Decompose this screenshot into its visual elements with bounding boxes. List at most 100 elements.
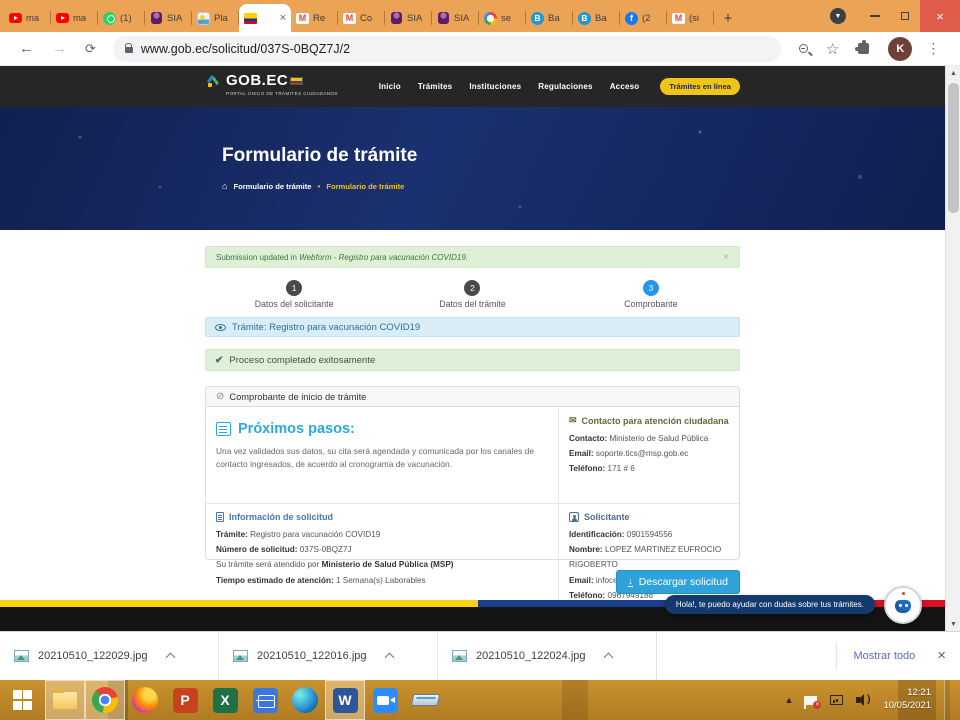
google-icon	[484, 12, 497, 25]
browser-tab[interactable]: MRe	[291, 4, 338, 32]
contact-line: Email: soporte.tics@msp.gob.ec	[569, 446, 729, 461]
applicant-line: Identificación: 0901594556	[569, 527, 729, 542]
tab-title: SIA	[167, 13, 182, 24]
network-icon[interactable]	[830, 695, 843, 705]
zoom-out-icon[interactable]	[799, 44, 808, 53]
url-text[interactable]: www.gob.ec/solicitud/037S-0BQZ7J/2	[141, 42, 350, 56]
scrollbar-thumb[interactable]	[948, 83, 959, 213]
taskbar-scan-app[interactable]	[245, 680, 285, 720]
tramites-en-linea-button[interactable]: Trámites en línea	[660, 78, 740, 95]
close-window-button[interactable]: ×	[920, 0, 960, 32]
facebook-icon: f	[625, 12, 638, 25]
wizard-steps: 1 Datos del solicitante 2 Datos del trám…	[205, 280, 740, 309]
close-alert-icon[interactable]: ×	[723, 252, 729, 263]
browser-tab[interactable]: f(2	[620, 4, 667, 32]
firefox-icon	[132, 687, 158, 713]
taskbar-powerpoint[interactable]: P	[165, 680, 205, 720]
maximize-button[interactable]	[890, 0, 920, 32]
tab-title: (si	[689, 13, 699, 24]
nav-inicio[interactable]: Inicio	[379, 82, 401, 91]
windows-logo-icon	[13, 690, 33, 710]
start-button[interactable]	[0, 680, 45, 720]
browser-tab[interactable]: SIA	[385, 4, 432, 32]
back-button[interactable]: ←	[19, 40, 34, 57]
nav-regulaciones[interactable]: Regulaciones	[538, 82, 592, 91]
step-datos-solicitante[interactable]: 1 Datos del solicitante	[205, 280, 383, 309]
extensions-puzzle-icon[interactable]	[858, 43, 869, 54]
speaker-icon[interactable]: )	[856, 694, 870, 706]
sia-icon	[150, 12, 163, 25]
descargar-solicitud-button[interactable]: ↓ Descargar solicitud	[616, 570, 740, 594]
taskbar-file-explorer[interactable]	[45, 680, 85, 720]
taskbar-chrome[interactable]	[85, 680, 125, 720]
browser-tab[interactable]: SIA	[145, 4, 192, 32]
step-datos-tramite[interactable]: 2 Datos del trámite	[383, 280, 561, 309]
nav-tramites[interactable]: Trámites	[418, 82, 453, 91]
mail-icon: ✉	[569, 415, 577, 426]
browser-tab[interactable]: BBa	[573, 4, 620, 32]
chevron-up-icon[interactable]	[603, 653, 613, 663]
taskbar-zoom[interactable]	[365, 680, 405, 720]
reload-button[interactable]: ⟳	[85, 41, 96, 57]
browser-tab[interactable]: Pla	[192, 4, 239, 32]
breadcrumb-parent[interactable]: Formulario de trámite	[233, 182, 311, 191]
lock-icon[interactable]	[125, 47, 133, 53]
browser-tab[interactable]: M(si	[667, 4, 714, 32]
youtube-icon	[56, 12, 69, 25]
close-tab-icon[interactable]: ×	[280, 12, 286, 24]
nav-instituciones[interactable]: Instituciones	[469, 82, 521, 91]
download-item[interactable]: 20210510_122024.jpg	[438, 632, 657, 680]
tray-expand-icon[interactable]: ▲	[785, 695, 794, 705]
forward-button[interactable]: →	[52, 40, 67, 57]
bookmark-star-icon[interactable]: ☆	[826, 40, 839, 58]
taskbar-excel[interactable]: X	[205, 680, 245, 720]
nav-acceso[interactable]: Acceso	[610, 82, 640, 91]
logo-text: GOB.EC	[226, 72, 303, 89]
scroll-up-icon[interactable]: ▲	[946, 66, 960, 80]
browser-menu-icon[interactable]: ⋮	[926, 40, 940, 57]
browser-tab[interactable]: ma	[51, 4, 98, 32]
download-item[interactable]: 20210510_122016.jpg	[219, 632, 438, 680]
web-page: GOB.EC PORTAL ÚNICO DE TRÁMITES CIUDADAN…	[0, 66, 945, 631]
chevron-up-icon[interactable]	[165, 653, 175, 663]
taskbar-clock[interactable]: 12:21 10/05/2021	[883, 687, 931, 713]
browser-tab[interactable]: SIA	[432, 4, 479, 32]
browser-tab[interactable]: se	[479, 4, 526, 32]
next-steps-text: Una vez validados sus datos, su cita ser…	[216, 445, 546, 471]
home-icon[interactable]: ⌂	[222, 181, 227, 191]
chevron-down-icon[interactable]: ▼	[830, 8, 846, 24]
info-line: Tiempo estimado de atención: 1 Semana(s)…	[216, 573, 548, 588]
browser-tab[interactable]: ma	[4, 4, 51, 32]
applicant-line: Nombre: LOPEZ MARTINEZ EUFROCIO RIGOBERT…	[569, 542, 729, 572]
show-all-downloads-button[interactable]: Mostrar todo	[853, 650, 915, 662]
downloads-bar: 20210510_122029.jpg 20210510_122016.jpg …	[0, 631, 960, 680]
step-comprobante[interactable]: 3 Comprobante	[562, 280, 740, 309]
taskbar-epson-scan[interactable]	[405, 680, 445, 720]
browser-tab[interactable]: BBa	[526, 4, 573, 32]
browser-tab[interactable]: (1)	[98, 4, 145, 32]
tab-title: Ba	[548, 13, 560, 24]
scroll-down-icon[interactable]: ▼	[946, 617, 960, 631]
chatbot-avatar[interactable]	[884, 586, 922, 624]
taskbar-word[interactable]: W	[325, 680, 365, 720]
taskbar-firefox[interactable]	[125, 680, 165, 720]
new-tab-button[interactable]: +	[714, 4, 742, 32]
taskbar-edge[interactable]	[285, 680, 325, 720]
gobec-logo[interactable]: GOB.EC PORTAL ÚNICO DE TRÁMITES CIUDADAN…	[207, 72, 338, 96]
download-filename: 20210510_122024.jpg	[476, 650, 586, 662]
tab-title: Re	[313, 13, 325, 24]
action-center-flag-icon[interactable]	[806, 696, 817, 705]
show-desktop-button[interactable]	[944, 680, 950, 720]
minimize-button[interactable]	[860, 0, 890, 32]
profile-avatar[interactable]: K	[888, 37, 912, 61]
close-downloads-bar-icon[interactable]: ×	[937, 647, 946, 664]
step-number: 1	[286, 280, 302, 296]
chevron-up-icon[interactable]	[384, 653, 394, 663]
browser-tab-active[interactable]: ×	[239, 4, 291, 32]
download-item[interactable]: 20210510_122029.jpg	[0, 632, 219, 680]
page-scrollbar[interactable]: ▲ ▼	[945, 66, 960, 631]
browser-tab[interactable]: MCo	[338, 4, 385, 32]
address-bar[interactable]: www.gob.ec/solicitud/037S-0BQZ7J/2	[113, 36, 781, 62]
tab-list: ma ma (1) SIA Pla × MRe MCo SIA SIA se B…	[0, 0, 742, 32]
powerpoint-icon: P	[173, 688, 198, 713]
